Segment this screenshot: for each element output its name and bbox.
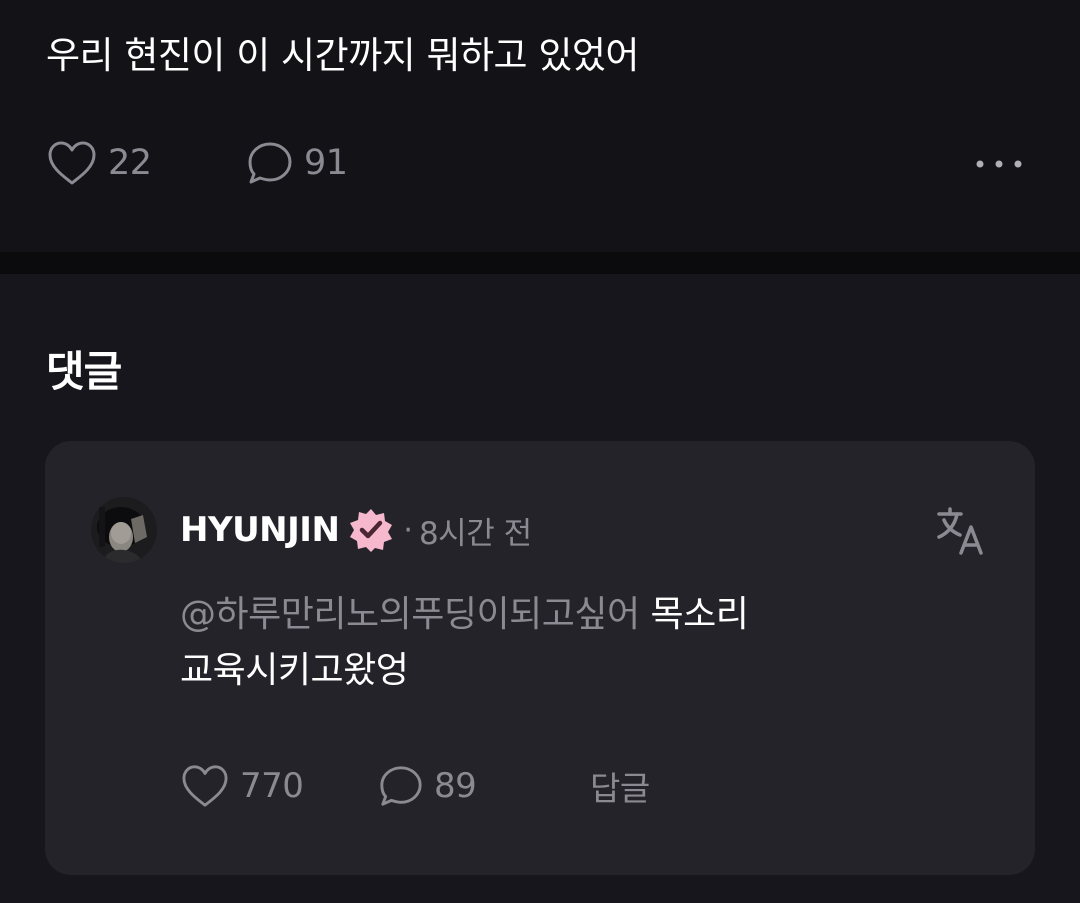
comment-text-line1: 목소리	[650, 594, 749, 635]
post-comment-button[interactable]: 91	[246, 138, 348, 188]
comment-like-count: 770	[240, 766, 304, 806]
comment-reply-count: 89	[434, 766, 477, 806]
speech-bubble-icon	[246, 139, 294, 187]
meta-separator: ·	[403, 512, 413, 548]
post-text: 우리 현진이 이 시간까지 뭐하고 있었어	[46, 34, 639, 77]
comment-author-name[interactable]: HYUNJIN	[180, 510, 340, 550]
comment-card: HYUNJIN · 8시간 전 @하루만리노의푸딩이되고싶어 목소리 교육시키고…	[45, 441, 1035, 875]
post-comment-count: 91	[304, 143, 348, 183]
comment-text-line2: 교육시키고왔엉	[180, 650, 409, 691]
avatar[interactable]	[91, 497, 157, 563]
speech-bubble-icon	[378, 763, 424, 809]
more-options-button[interactable]	[974, 138, 1024, 188]
section-divider	[0, 252, 1080, 274]
post-like-button[interactable]: 22	[46, 138, 152, 188]
comment-like-button[interactable]: 770	[180, 759, 304, 813]
reply-button[interactable]: 답글	[590, 759, 650, 813]
comment-body: @하루만리노의푸딩이되고싶어 목소리 교육시키고왔엉	[180, 587, 880, 699]
more-dots-icon	[975, 154, 1023, 173]
comment-timestamp: 8시간 전	[418, 515, 532, 552]
comment-mention[interactable]: @하루만리노의푸딩이되고싶어	[180, 594, 640, 635]
comments-title: 댓글	[46, 347, 122, 396]
heart-outline-icon	[46, 139, 98, 187]
post: 우리 현진이 이 시간까지 뭐하고 있었어 22 91	[0, 0, 1080, 252]
comment-author-row: HYUNJIN · 8시간 전	[180, 505, 532, 555]
comment-actions: 770 89 답글	[180, 759, 880, 813]
heart-outline-icon	[180, 763, 230, 809]
verified-badge-icon	[347, 506, 395, 554]
comment-reply-count-button[interactable]: 89	[378, 759, 477, 813]
post-actions: 22 91	[46, 138, 1036, 188]
post-like-count: 22	[108, 143, 152, 183]
translate-button[interactable]	[935, 505, 989, 559]
translate-icon	[935, 507, 989, 563]
